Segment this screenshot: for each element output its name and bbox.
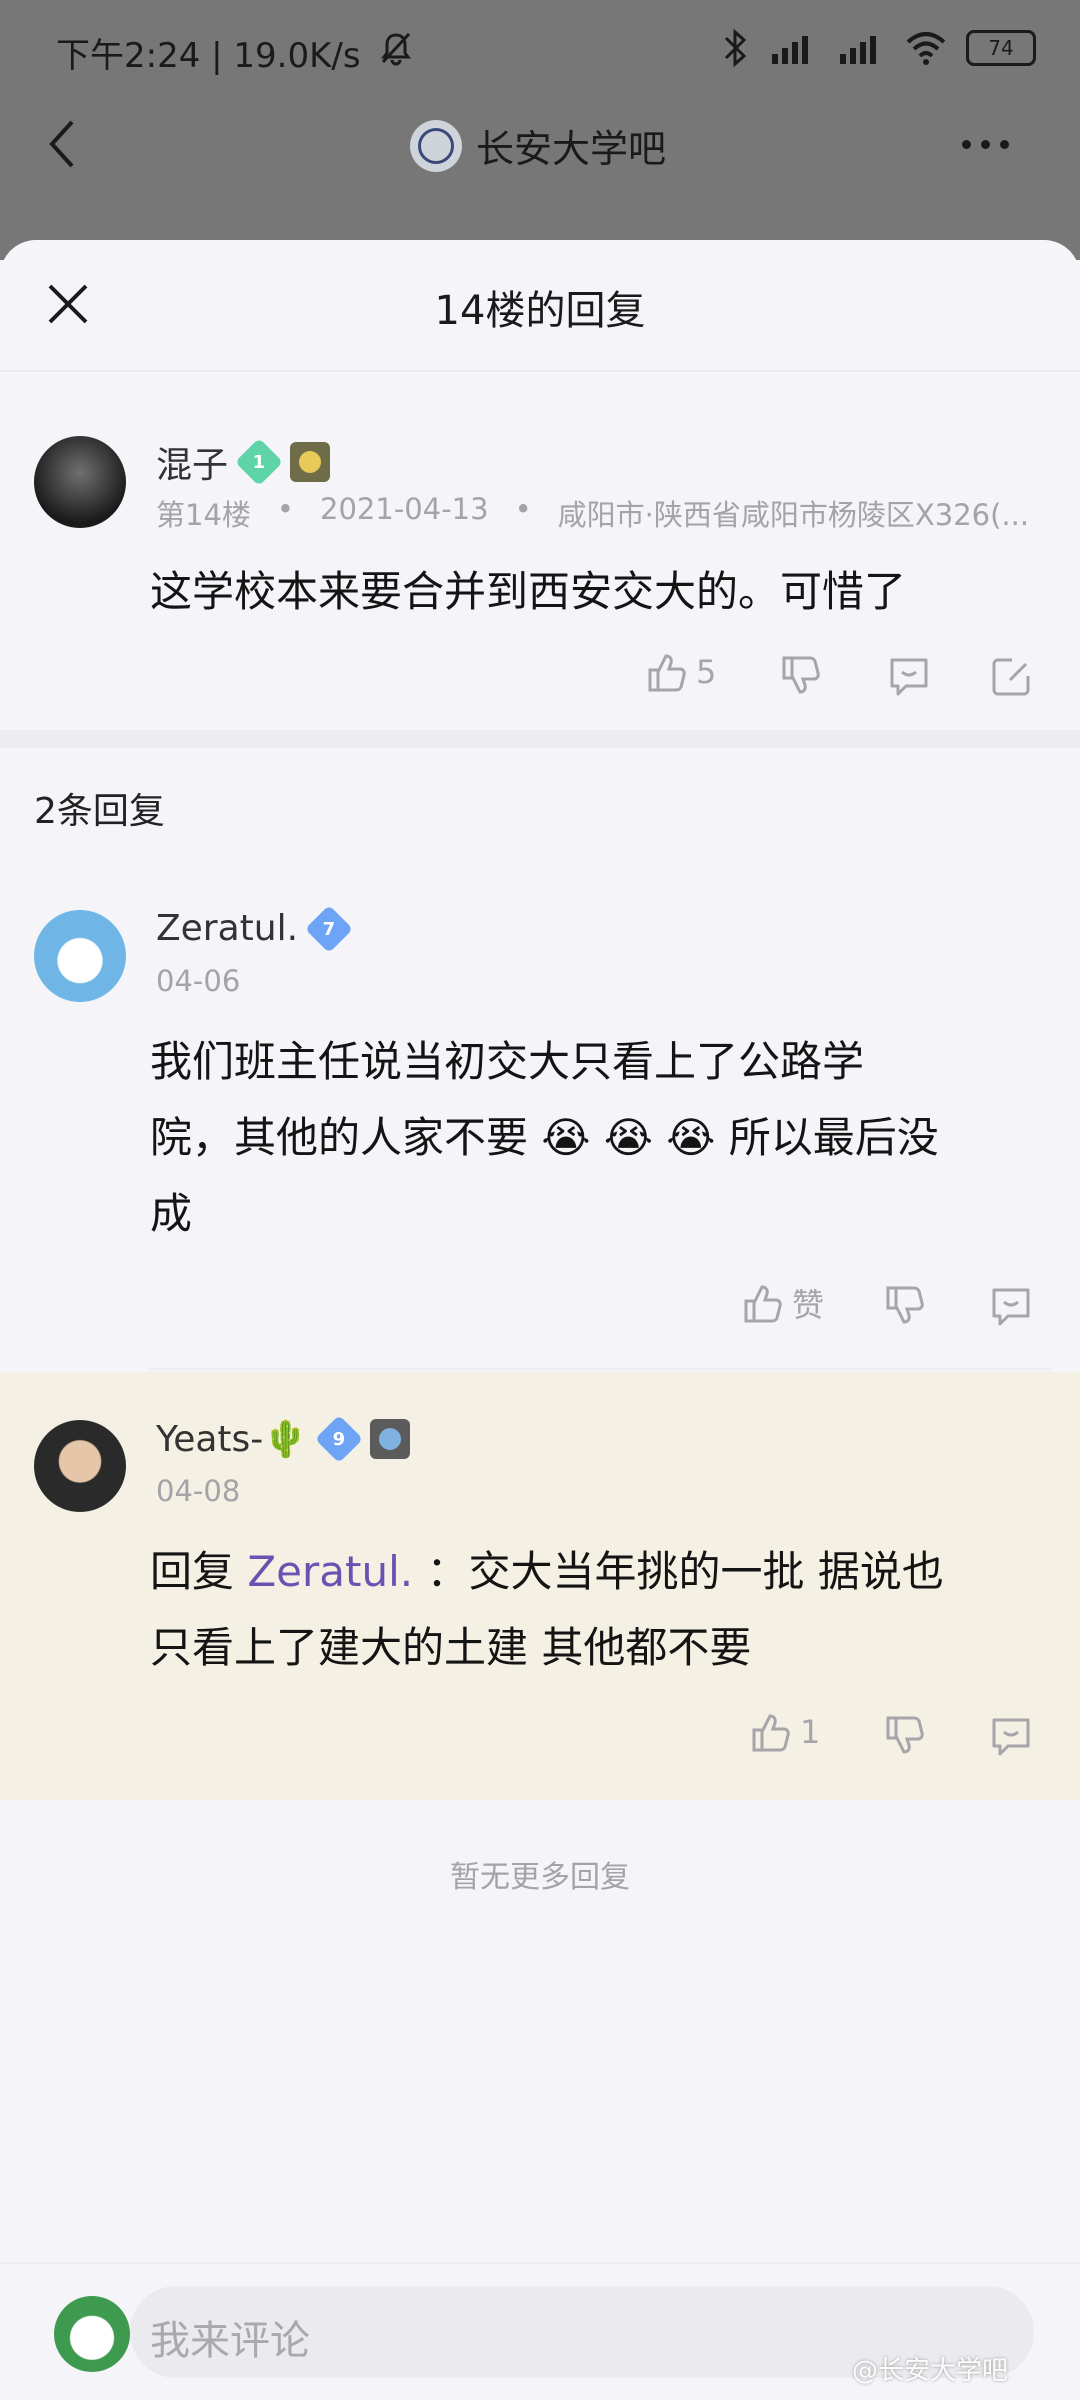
like-count: 1 xyxy=(800,1713,821,1751)
post-location: 咸阳市·陕西省咸阳市杨陵区X326(... xyxy=(557,498,1030,532)
reply-1-line-3: 成 xyxy=(150,1189,193,1238)
thumbs-up-icon xyxy=(752,1714,790,1752)
reply-1-name-row: Zeratul. 7 xyxy=(156,904,354,953)
edit-icon[interactable] xyxy=(990,654,1034,698)
thumbs-down-icon[interactable] xyxy=(882,1284,926,1328)
thumbs-up-icon xyxy=(744,1285,782,1323)
reply-prefix: 回复 xyxy=(150,1547,235,1596)
username[interactable]: Yeats-🌵 xyxy=(156,1418,308,1460)
divider xyxy=(0,2262,1080,2264)
current-user-avatar[interactable] xyxy=(54,2296,130,2372)
crying-emoji: 😭 xyxy=(603,1113,653,1162)
avatar-main-poster[interactable] xyxy=(34,436,126,528)
no-more-replies: 暂无更多回复 xyxy=(450,1860,630,1895)
medal-icon xyxy=(290,442,331,482)
reply-2-name-row: Yeats-🌵 9 xyxy=(156,1414,411,1464)
battery-level: 74 xyxy=(988,36,1014,60)
level-number: 9 xyxy=(332,1428,346,1450)
like-button[interactable]: 赞 xyxy=(740,1280,824,1326)
username[interactable]: Zeratul. xyxy=(156,908,298,949)
back-arrow-icon[interactable] xyxy=(46,118,76,170)
reply-1-content: 我们班主任说当初交大只看上了公路学 院，其他的人家不要 😭 😭 😭 所以最后没 … xyxy=(150,1024,1050,1252)
wifi-icon xyxy=(906,32,946,65)
reply-2-line-1: 回复 Zeratul. ：交大当年挑的一批 据说也 xyxy=(150,1534,1050,1610)
reply-date: 04-08 xyxy=(156,1474,241,1508)
main-post-content: 这学校本来要合并到西安交大的。可惜了 xyxy=(150,567,907,616)
avatar-reply-2[interactable] xyxy=(34,1420,126,1512)
reply-target-link[interactable]: Zeratul. xyxy=(247,1547,413,1596)
username[interactable]: 混子 xyxy=(156,436,228,488)
level-number: 7 xyxy=(322,918,336,939)
avatar-reply-1[interactable] xyxy=(34,910,126,1002)
forum-logo-icon xyxy=(410,119,462,172)
main-post-meta: 第14楼 • 2021-04-13 • 咸阳市·陕西省咸阳市杨陵区X326(..… xyxy=(156,492,1058,534)
divider xyxy=(0,370,1080,372)
more-menu-icon[interactable] xyxy=(962,140,1009,149)
username-text: Yeats- xyxy=(156,1419,264,1460)
replies-count-header: 2条回复 xyxy=(34,791,165,832)
reply-1-line-2-end: 所以最后没 xyxy=(728,1113,939,1162)
thumbs-down-icon[interactable] xyxy=(882,1714,926,1758)
reply-1-line-2: 院，其他的人家不要 😭 😭 😭 所以最后没 xyxy=(150,1100,1050,1176)
comment-placeholder: 我来评论 xyxy=(150,2318,310,2364)
comment-icon[interactable] xyxy=(988,1284,1034,1328)
post-date: 2021-04-13 xyxy=(320,492,489,526)
level-badge-icon: 1 xyxy=(234,437,284,487)
like-button[interactable]: 1 xyxy=(748,1710,820,1754)
main-poster-name-row: 混子 1 xyxy=(156,436,331,488)
bluetooth-icon xyxy=(724,28,747,68)
reply-2-line-1-text: ：交大当年挑的一批 据说也 xyxy=(426,1547,944,1596)
medal-icon xyxy=(370,1419,411,1459)
mute-bell-icon xyxy=(381,32,411,66)
like-button[interactable]: 5 xyxy=(644,650,716,694)
crying-emoji: 😭 xyxy=(541,1113,591,1162)
comment-icon[interactable] xyxy=(886,654,932,698)
like-label: 赞 xyxy=(792,1286,825,1324)
section-gap xyxy=(0,730,1080,748)
thumbs-up-icon xyxy=(648,654,686,692)
reply-1-line-1: 我们班主任说当初交大只看上了公路学 xyxy=(150,1037,865,1086)
cactus-emoji: 🌵 xyxy=(263,1419,309,1460)
reply-2-line-2: 只看上了建大的土建 其他都不要 xyxy=(150,1623,752,1672)
level-badge-icon: 9 xyxy=(315,1414,364,1464)
floor-number: 第14楼 xyxy=(156,498,251,532)
like-count: 5 xyxy=(696,653,717,691)
signal-icon xyxy=(772,36,808,64)
crying-emoji: 😭 xyxy=(666,1113,716,1162)
reply-1-line-2-text: 院，其他的人家不要 xyxy=(150,1113,529,1162)
forum-title: 长安大学吧 xyxy=(476,127,667,171)
battery-icon: 74 xyxy=(966,30,1036,66)
reply-2-content: 回复 Zeratul. ：交大当年挑的一批 据说也 只看上了建大的土建 其他都不… xyxy=(150,1534,1050,1686)
watermark: @长安大学吧 xyxy=(852,2356,1009,2386)
thumbs-down-icon[interactable] xyxy=(778,654,822,698)
divider xyxy=(150,1368,1050,1370)
level-badge-icon: 7 xyxy=(305,904,354,953)
signal-icon-2 xyxy=(840,36,876,64)
status-icons: 74 xyxy=(720,28,1036,68)
status-time-speed: 下午2:24 | 19.0K/s xyxy=(56,36,361,76)
comment-icon[interactable] xyxy=(988,1714,1034,1758)
reply-date: 04-06 xyxy=(156,964,241,998)
sheet-title: 14楼的回复 xyxy=(434,288,646,334)
level-number: 1 xyxy=(252,451,266,473)
forum-title-chip[interactable]: 长安大学吧 xyxy=(410,118,666,173)
